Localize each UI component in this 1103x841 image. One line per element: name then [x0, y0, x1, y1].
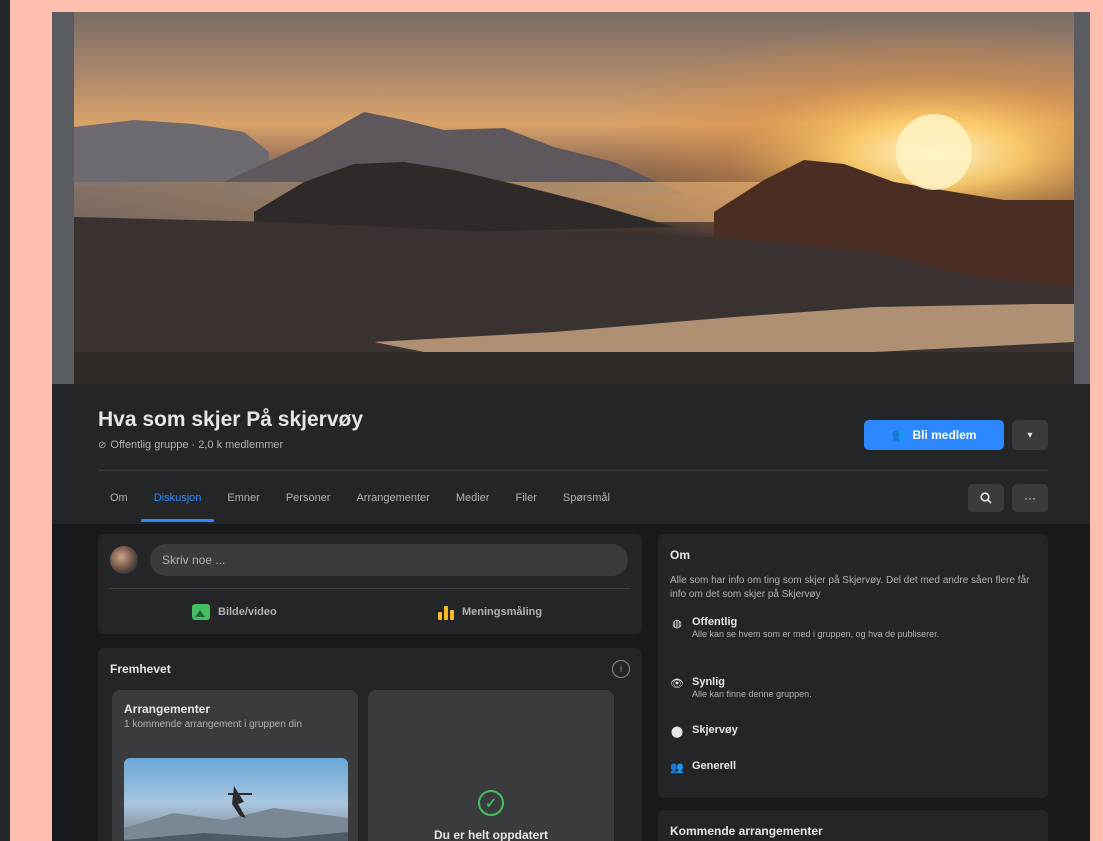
about-title: Om — [670, 548, 691, 562]
paraglider-image — [124, 786, 348, 841]
about-category-row: 👥 Generell — [670, 760, 736, 774]
facebook-group-page: Hva som skjer På skjervøy ⊘ Offentlig gr… — [52, 12, 1090, 841]
photo-video-label: Bilde/video — [218, 606, 277, 618]
composer-divider — [110, 588, 630, 589]
event-image — [124, 758, 348, 841]
info-icon[interactable]: i — [612, 660, 630, 678]
search-button[interactable] — [968, 484, 1004, 512]
cover-photo — [74, 12, 1074, 384]
location-pin-icon: ⬤ — [670, 725, 684, 738]
avatar[interactable] — [110, 546, 138, 574]
featured-section: Fremhevet i Arrangementer 1 kommende arr… — [98, 648, 642, 841]
photo-video-button[interactable]: Bilde/video — [192, 598, 277, 626]
events-card-title: Arrangementer — [124, 702, 211, 716]
post-input[interactable]: Skriv noe ... — [150, 544, 628, 576]
more-options-button[interactable]: ··· — [1012, 484, 1048, 512]
location-name[interactable]: Skjervøy — [692, 724, 738, 738]
tab-diskusjon[interactable]: Diskusjon — [140, 476, 215, 522]
cover-area — [52, 12, 1090, 392]
join-group-label: Bli medlem — [912, 428, 977, 442]
group-subtitle: ⊘ Offentlig gruppe · 2,0 k medlemmer — [98, 439, 283, 451]
about-description: Alle som har info om ting som skjer på S… — [670, 575, 1030, 600]
tab-sporsmal[interactable]: Spørsmål — [550, 476, 623, 520]
group-options-button[interactable]: ▾ — [1012, 420, 1048, 450]
header-divider — [98, 470, 1048, 471]
about-public-row: ◍ Offentlig Alle kan se hvem som er med … — [670, 616, 992, 640]
left-edge-strip — [0, 0, 10, 841]
checkmark-icon: ✓ — [478, 790, 504, 816]
public-title: Offentlig — [692, 616, 738, 628]
people-icon: 👥 — [670, 761, 684, 774]
visible-desc: Alle kan finne denne gruppen. — [692, 689, 812, 699]
globe-icon: ⊘ — [98, 439, 107, 451]
featured-title: Fremhevet — [110, 662, 171, 676]
cover-landscape-image — [74, 12, 1074, 384]
up-to-date-text: Du er helt oppdatert — [433, 828, 548, 841]
about-location-row: ⬤ Skjervøy — [670, 724, 738, 738]
photo-icon — [192, 604, 210, 620]
tab-emner[interactable]: Emner — [214, 476, 272, 520]
group-title: Hva som skjer På skjervøy — [98, 408, 364, 431]
about-visible-row: 👁 Synlig Alle kan finne denne gruppen. — [670, 676, 992, 700]
public-desc: Alle kan se hvem som er med i gruppen, o… — [692, 629, 940, 639]
tab-filer[interactable]: Filer — [502, 476, 549, 520]
visible-title: Synlig — [692, 676, 726, 688]
events-card[interactable]: Arrangementer 1 kommende arrangement i g… — [112, 690, 358, 841]
eye-icon: 👁 — [670, 677, 684, 690]
poll-button[interactable]: Meningsmåling — [438, 598, 542, 626]
search-icon — [980, 492, 992, 504]
category-name: Generell — [692, 760, 737, 772]
tab-arrangementer[interactable]: Arrangementer — [343, 476, 442, 520]
globe-icon: ◍ — [672, 617, 682, 630]
ellipsis-icon: ··· — [1024, 491, 1036, 505]
group-tabs: Om Diskusjon Emner Personer Arrangemente… — [98, 476, 623, 522]
poll-label: Meningsmåling — [462, 606, 543, 618]
tab-om[interactable]: Om — [98, 476, 141, 520]
events-card-desc: 1 kommende arrangement i gruppen din — [124, 719, 302, 730]
post-composer: Skriv noe ... Bilde/video Meningsmåling — [98, 534, 642, 634]
about-card: Om Alle som har info om ting som skjer p… — [658, 534, 1048, 798]
group-header: Hva som skjer På skjervøy ⊘ Offentlig gr… — [52, 384, 1090, 524]
people-icon: 👥 — [891, 428, 907, 442]
tab-medier[interactable]: Medier — [443, 476, 503, 520]
tab-personer[interactable]: Personer — [273, 476, 344, 520]
upcoming-events-card: Kommende arrangementer — [658, 810, 1048, 841]
upcoming-events-title: Kommende arrangementer — [670, 824, 823, 838]
up-to-date-card: ✓ Du er helt oppdatert — [368, 690, 614, 841]
poll-icon — [438, 604, 454, 620]
group-privacy-members: Offentlig gruppe · 2,0 k medlemmer — [110, 439, 284, 451]
join-group-button[interactable]: 👥 Bli medlem — [864, 420, 1004, 450]
